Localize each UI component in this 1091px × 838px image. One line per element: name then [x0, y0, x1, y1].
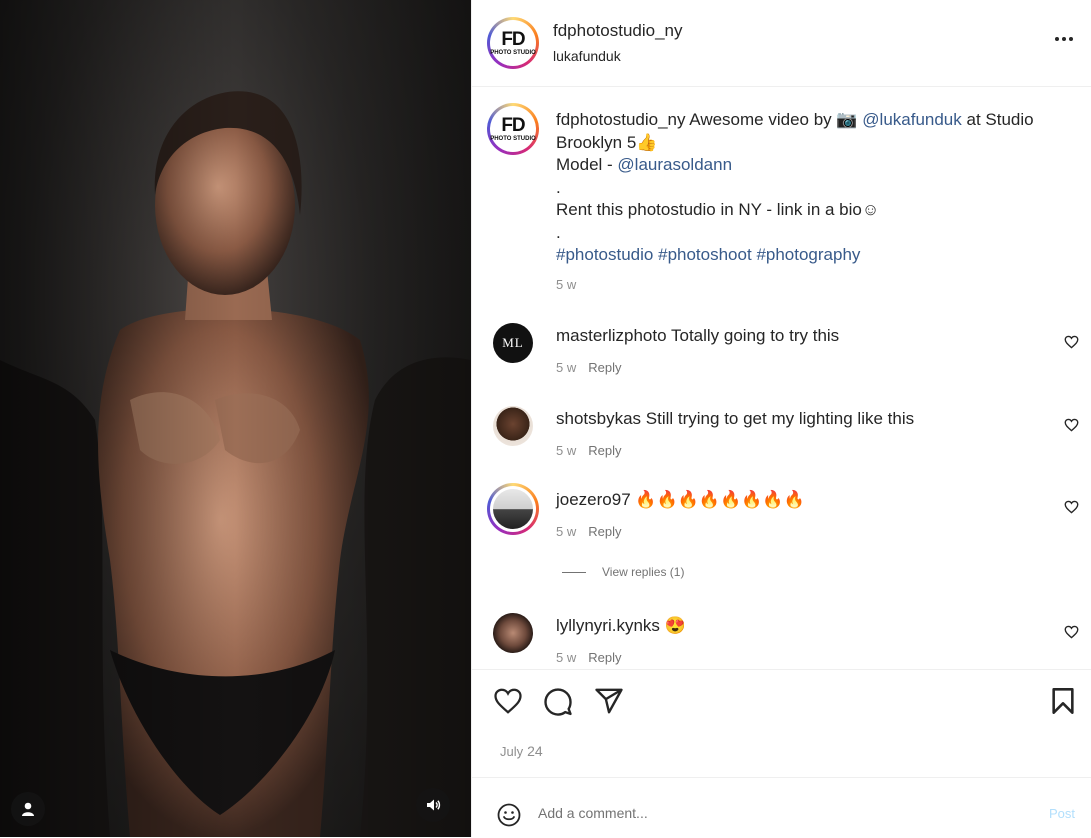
post-video-frame [0, 0, 471, 837]
caption-text: fdphotostudio_ny Awesome video by 📷 @luk… [556, 109, 1076, 267]
commenter-avatar[interactable] [493, 613, 533, 653]
more-options-icon[interactable] [1055, 37, 1073, 41]
speaker-icon [427, 799, 441, 811]
post-date-month: July [500, 744, 524, 759]
post-media[interactable] [0, 0, 471, 837]
fd-studio-logo: FD PHOTO STUDIO [490, 115, 536, 142]
comment-username[interactable]: masterlizphoto [556, 326, 667, 345]
comment-timestamp[interactable]: 5 w [556, 650, 576, 665]
caption-text-part: Awesome video by 📷 [685, 110, 863, 129]
comment-meta: 5 w Reply [556, 443, 621, 458]
save-bookmark-icon[interactable] [1050, 687, 1076, 715]
like-comment-heart-icon[interactable] [1064, 335, 1079, 349]
reply-button[interactable]: Reply [588, 443, 621, 458]
hashtag[interactable]: #photography [756, 245, 860, 264]
comment-item: shotsbykas Still trying to get my lighti… [472, 406, 1091, 466]
comment-meta: 5 w Reply [556, 524, 621, 539]
add-comment-bar: Post [472, 777, 1091, 838]
comment-body: shotsbykas Still trying to get my lighti… [556, 409, 914, 429]
like-comment-heart-icon[interactable] [1064, 625, 1079, 639]
view-replies-label: View replies (1) [602, 565, 685, 579]
fd-studio-logo: FD PHOTO STUDIO [490, 29, 536, 56]
comment-item: lyllynyri.kynks 😍 5 w Reply [472, 613, 1091, 673]
comment-text: 😍 [664, 616, 686, 635]
comment-username[interactable]: joezero97 [556, 490, 631, 509]
comment-bubble-icon[interactable] [543, 687, 573, 717]
view-replies-button[interactable]: View replies (1) [562, 565, 684, 579]
mute-toggle-button[interactable] [416, 788, 450, 822]
comment-input[interactable] [538, 805, 978, 821]
post-details-pane: FD PHOTO STUDIO fdphotostudio_ny lukafun… [471, 0, 1091, 837]
author-avatar[interactable]: FD PHOTO STUDIO [487, 17, 539, 69]
hashtag[interactable]: #photostudio [556, 245, 653, 264]
reply-button[interactable]: Reply [588, 524, 621, 539]
like-comment-heart-icon[interactable] [1064, 418, 1079, 432]
person-icon [22, 802, 34, 816]
caption-separator: . [556, 177, 561, 197]
comment-body: lyllynyri.kynks 😍 [556, 616, 686, 636]
author-subtitle[interactable]: lukafunduk [553, 48, 621, 64]
post-date-day: 24 [527, 743, 543, 759]
like-comment-heart-icon[interactable] [1064, 500, 1079, 514]
comment-username[interactable]: lyllynyri.kynks [556, 616, 660, 635]
comment-body: joezero97 🔥🔥🔥🔥🔥🔥🔥🔥 [556, 490, 805, 510]
comment-body: masterlizphoto Totally going to try this [556, 326, 839, 346]
caption-mention[interactable]: @lukafunduk [862, 110, 962, 129]
emoji-smiley-icon[interactable] [497, 803, 521, 827]
caption-timestamp[interactable]: 5 w [556, 277, 576, 292]
caption-author-avatar[interactable]: FD PHOTO STUDIO [487, 103, 539, 155]
reply-button[interactable]: Reply [588, 650, 621, 665]
comment-timestamp[interactable]: 5 w [556, 360, 576, 375]
comment-text: Still trying to get my lighting like thi… [645, 409, 915, 428]
caption-username[interactable]: fdphotostudio_ny [556, 110, 686, 129]
caption-model-prefix: Model - [556, 155, 618, 174]
comment-meta: 5 w Reply [556, 360, 621, 375]
comment-item: ML masterlizphoto Totally going to try t… [472, 323, 1091, 383]
post-actions: July 24 [472, 669, 1091, 778]
commenter-avatar[interactable] [487, 483, 539, 535]
reply-button[interactable]: Reply [588, 360, 621, 375]
hashtag[interactable]: #photoshoot [658, 245, 752, 264]
commenter-avatar[interactable] [493, 406, 533, 446]
like-heart-icon[interactable] [493, 687, 523, 715]
caption-separator: . [556, 222, 561, 242]
caption-mention[interactable]: @laurasoldann [617, 155, 732, 174]
comment-text: 🔥🔥🔥🔥🔥🔥🔥🔥 [635, 490, 805, 509]
post-date[interactable]: July 24 [500, 743, 543, 759]
avatar-monogram: ML [502, 335, 524, 350]
comment-timestamp[interactable]: 5 w [556, 443, 576, 458]
post-comment-button[interactable]: Post [1049, 806, 1075, 821]
tagged-users-button[interactable] [11, 792, 45, 826]
commenter-avatar[interactable]: ML [493, 323, 533, 363]
post-header: FD PHOTO STUDIO fdphotostudio_ny lukafun… [472, 0, 1091, 87]
comment-username[interactable]: shotsbykas [556, 409, 641, 428]
comment-meta: 5 w Reply [556, 650, 621, 665]
caption-rent-line: Rent this photostudio in NY - link in a … [556, 200, 880, 219]
author-username[interactable]: fdphotostudio_ny [553, 21, 683, 41]
comment-item: joezero97 🔥🔥🔥🔥🔥🔥🔥🔥 5 w Reply [472, 483, 1091, 543]
view-replies-dash [562, 571, 586, 573]
comment-timestamp[interactable]: 5 w [556, 524, 576, 539]
comment-text: Totally going to try this [670, 326, 840, 345]
share-paper-plane-icon[interactable] [594, 687, 624, 715]
